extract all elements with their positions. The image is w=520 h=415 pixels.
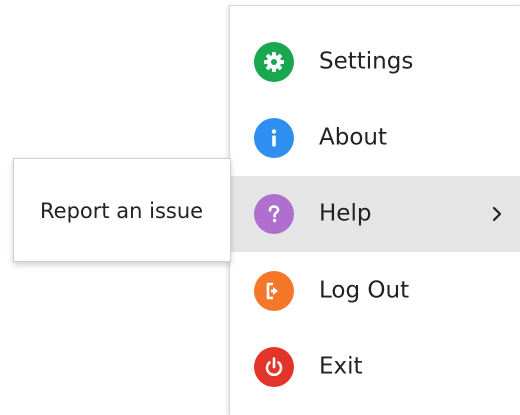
power-icon xyxy=(254,347,294,387)
main-menu: Settings About Help Log Out Exit xyxy=(229,5,520,415)
logout-icon xyxy=(254,271,294,311)
submenu-item-report-issue[interactable]: Report an issue xyxy=(14,159,230,261)
chevron-right-icon xyxy=(492,206,502,222)
menu-item-about[interactable]: About xyxy=(230,100,520,176)
menu-item-logout[interactable]: Log Out xyxy=(230,253,520,329)
info-icon xyxy=(254,118,294,158)
menu-item-settings[interactable]: Settings xyxy=(230,24,520,100)
menu-item-exit[interactable]: Exit xyxy=(230,329,520,405)
menu-item-label: About xyxy=(319,124,388,151)
menu-item-label: Exit xyxy=(319,353,363,380)
question-icon xyxy=(254,194,294,234)
menu-item-help[interactable]: Help xyxy=(230,176,520,252)
menu-item-label: Log Out xyxy=(319,277,410,304)
context-menu-stage: Settings About Help Log Out Exit Report … xyxy=(0,0,520,415)
submenu-item-label: Report an issue xyxy=(40,199,204,223)
menu-item-label: Help xyxy=(319,200,372,227)
gear-icon xyxy=(254,42,294,82)
help-submenu: Report an issue xyxy=(13,158,231,262)
menu-item-label: Settings xyxy=(319,48,414,75)
